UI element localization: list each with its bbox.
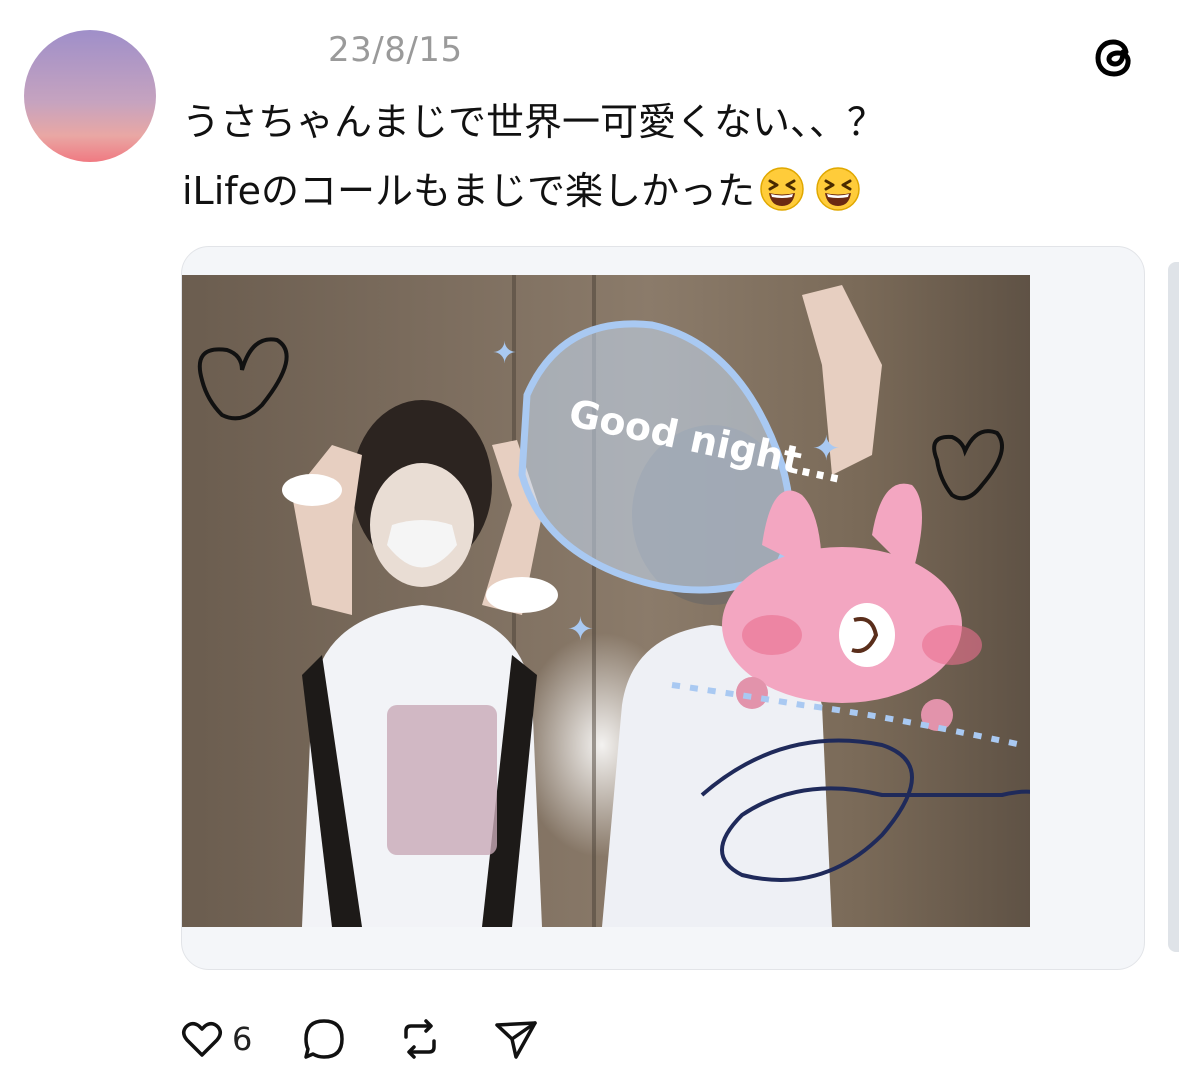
post-actions-bar: 6 (180, 1014, 588, 1064)
post-timestamp: 23/8/15 (328, 30, 463, 70)
threads-logo-icon[interactable] (1088, 30, 1142, 84)
post-image-card[interactable]: Good night... ✦ ✦ ✦ (181, 246, 1145, 970)
grinning-squinting-face-emoji-icon (760, 167, 804, 211)
svg-text:✦: ✦ (812, 429, 841, 469)
comment-icon (304, 1019, 345, 1059)
post-text-line-2: iLifeのコールもまじで楽しかった (182, 166, 861, 215)
instant-photo: Good night... ✦ ✦ ✦ (182, 275, 1030, 927)
share-button[interactable] (492, 1015, 540, 1063)
like-count: 6 (232, 1020, 253, 1058)
photo-illustration: Good night... ✦ ✦ ✦ (197, 285, 1030, 927)
repost-button[interactable] (396, 1015, 444, 1063)
next-media-peek[interactable] (1168, 262, 1179, 952)
repost-icon (404, 1019, 437, 1059)
svg-text:✦: ✦ (567, 610, 594, 648)
avatar[interactable] (24, 30, 156, 162)
svg-text:✦: ✦ (492, 336, 517, 371)
heart-icon (182, 1022, 222, 1057)
like-button[interactable]: 6 (180, 1017, 252, 1061)
comment-button[interactable] (300, 1015, 348, 1063)
grinning-squinting-face-emoji-icon (816, 167, 860, 211)
post-text-line-1: うさちゃんまじで世界一可愛くない、、？ (182, 100, 886, 144)
share-icon (495, 1021, 538, 1059)
